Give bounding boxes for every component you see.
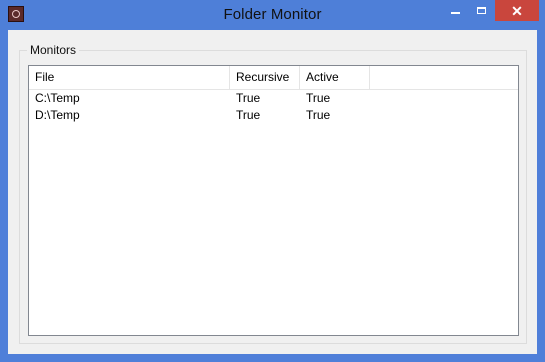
column-header-active[interactable]: Active — [300, 66, 370, 89]
client-area: Monitors File Recursive Active C:\Temp T… — [8, 30, 537, 354]
table-row[interactable]: C:\Temp True True — [29, 90, 518, 107]
column-header-recursive[interactable]: Recursive — [230, 66, 300, 89]
cell-active: True — [306, 108, 331, 122]
monitors-list[interactable]: File Recursive Active C:\Temp True True … — [28, 65, 519, 336]
cell-active: True — [306, 91, 331, 105]
maximize-button[interactable] — [468, 0, 494, 20]
cell-recursive: True — [236, 108, 261, 122]
title-bar[interactable]: Folder Monitor ✕ — [0, 0, 545, 30]
minimize-icon — [450, 12, 460, 14]
monitors-group-label: Monitors — [27, 43, 80, 57]
maximize-icon — [476, 6, 486, 14]
cell-file: C:\Temp — [35, 91, 80, 105]
cell-file: D:\Temp — [35, 108, 80, 122]
app-window: Folder Monitor ✕ Monitors File Recursive… — [0, 0, 545, 362]
list-header: File Recursive Active — [29, 66, 518, 90]
column-header-file[interactable]: File — [29, 66, 230, 89]
cell-recursive: True — [236, 91, 261, 105]
close-icon: ✕ — [511, 2, 523, 19]
close-button[interactable]: ✕ — [495, 0, 539, 21]
minimize-button[interactable] — [442, 0, 468, 20]
table-row[interactable]: D:\Temp True True — [29, 107, 518, 124]
